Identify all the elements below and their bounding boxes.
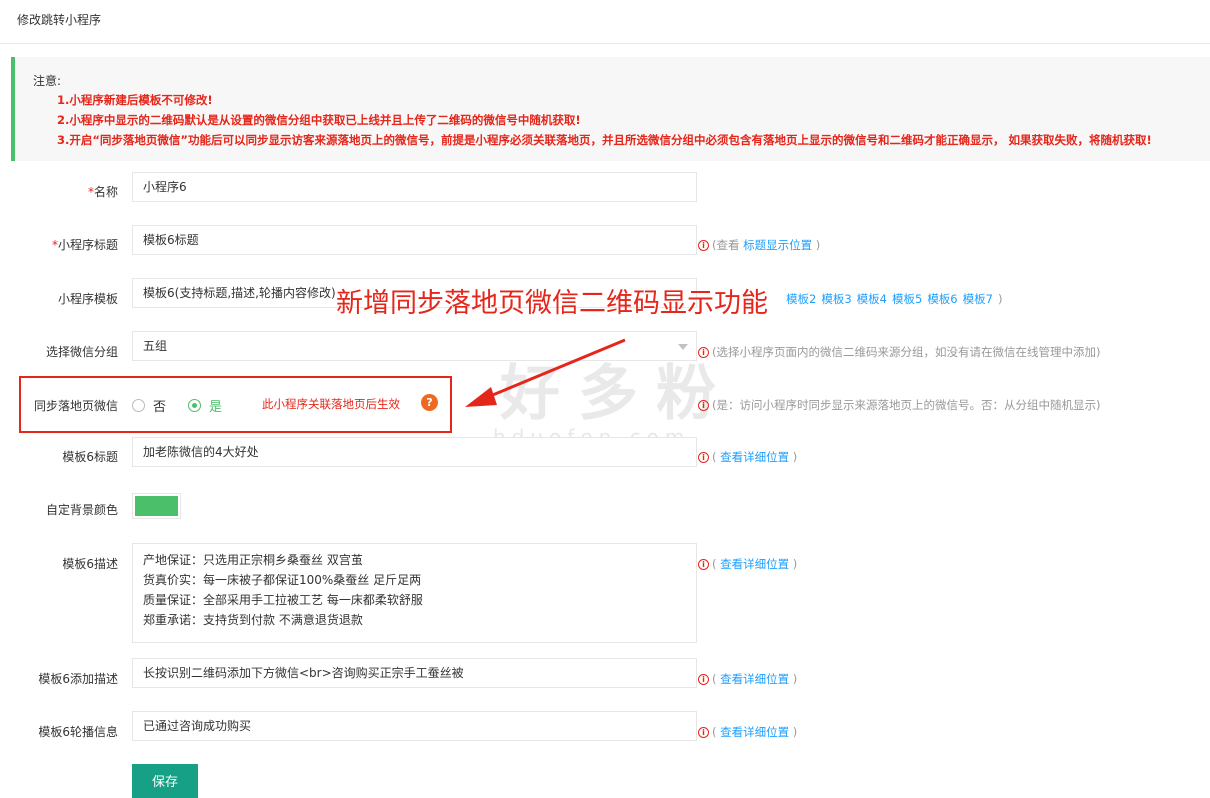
- wechat-group-value: 五组: [143, 339, 168, 353]
- info-icon: i: [698, 240, 709, 251]
- name-input[interactable]: 小程序6: [132, 172, 697, 202]
- hint-close: ): [789, 450, 798, 464]
- hint-close: ): [789, 725, 798, 739]
- tpl-add-desc-detail-link[interactable]: 查看详细位置: [720, 672, 789, 686]
- tpl-title-detail-link[interactable]: 查看详细位置: [720, 450, 789, 464]
- tpl-title-label: 模板6标题: [62, 450, 118, 464]
- template-link-2[interactable]: 模板2: [786, 292, 816, 306]
- tpl-carousel-label: 模板6轮播信息: [38, 725, 118, 739]
- template-label: 小程序模板: [57, 292, 118, 306]
- info-icon: i: [698, 674, 709, 685]
- wechat-group-label: 选择微信分组: [45, 345, 118, 359]
- notice-box: 注意: 1.小程序新建后模板不可修改! 2.小程序中显示的二维码默认是从设置的微…: [11, 57, 1210, 161]
- highlight-box: [19, 376, 452, 433]
- bg-color-picker[interactable]: [132, 493, 181, 519]
- hint-open: (: [712, 725, 721, 739]
- template-links-close: ): [997, 292, 1003, 306]
- title-input[interactable]: 模板6标题: [132, 225, 697, 255]
- tpl-carousel-hint: i( 查看详细位置 ): [698, 724, 797, 740]
- hint-close: ): [789, 557, 798, 571]
- hint-close: ): [789, 672, 798, 686]
- tpl-carousel-detail-link[interactable]: 查看详细位置: [720, 725, 789, 739]
- tpl-title-input[interactable]: 加老陈微信的4大好处: [132, 437, 697, 467]
- tpl-add-desc-label: 模板6添加描述: [38, 672, 118, 686]
- hint-open: (: [712, 450, 721, 464]
- template-link-4[interactable]: 模板4: [857, 292, 887, 306]
- wechat-group-hint-text: (选择小程序页面内的微信二维码来源分组，如没有请在微信在线管理中添加): [712, 345, 1101, 359]
- tpl-carousel-input[interactable]: 已通过咨询成功购买: [132, 711, 697, 741]
- annotation-arrow: [465, 338, 626, 407]
- tpl-desc-label: 模板6描述: [62, 557, 118, 571]
- template-link-7[interactable]: 模板7: [963, 292, 993, 306]
- hint-open: (: [712, 672, 721, 686]
- tpl-title-hint: i( 查看详细位置 ): [698, 449, 797, 465]
- hint-open: (: [712, 557, 721, 571]
- title-hint: i (查看 标题显示位置 ): [698, 237, 820, 253]
- notice-head: 注意:: [33, 74, 62, 88]
- notice-line-2: 2.小程序中显示的二维码默认是从设置的微信分组中获取已上线并且上传了二维码的微信…: [57, 113, 581, 127]
- tpl-desc-detail-link[interactable]: 查看详细位置: [720, 557, 789, 571]
- info-icon: i: [698, 452, 709, 463]
- save-button[interactable]: 保存: [132, 764, 198, 798]
- template-link-6[interactable]: 模板6: [927, 292, 957, 306]
- info-icon: i: [698, 727, 709, 738]
- tpl-desc-hint: i( 查看详细位置 ): [698, 556, 797, 572]
- tpl-desc-textarea[interactable]: [132, 543, 697, 643]
- name-label-text: 名称: [93, 185, 118, 199]
- notice-line-1: 1.小程序新建后模板不可修改!: [57, 93, 213, 107]
- page-title: 修改跳转小程序: [17, 13, 102, 27]
- annotation-text: 新增同步落地页微信二维码显示功能: [336, 288, 768, 319]
- name-label: *名称: [0, 183, 118, 200]
- notice-line-3: 3.开启“同步落地页微信”功能后可以同步显示访客来源落地页上的微信号，前提是小程…: [57, 133, 1152, 147]
- template-links: 模板2 模板3 模板4 模板5 模板6 模板7): [786, 291, 1007, 307]
- tpl-add-desc-input[interactable]: 长按识别二维码添加下方微信<br>咨询购买正宗手工蚕丝被: [132, 658, 697, 688]
- info-icon: i: [698, 400, 709, 411]
- title-label-text: 小程序标题: [57, 238, 118, 252]
- template-link-5[interactable]: 模板5: [892, 292, 922, 306]
- template-link-3[interactable]: 模板3: [821, 292, 851, 306]
- sync-hint: i (是：访问小程序时同步显示来源落地页上的微信号。否：从分组中随机显示): [698, 397, 1100, 413]
- page-header: 修改跳转小程序: [0, 0, 1210, 44]
- wechat-group-hint: i (选择小程序页面内的微信二维码来源分组，如没有请在微信在线管理中添加): [698, 344, 1100, 360]
- hint-suffix: ): [812, 238, 821, 252]
- hint-prefix: (查看: [712, 238, 744, 252]
- title-label: *小程序标题: [0, 236, 118, 253]
- bg-color-fill: [135, 496, 178, 516]
- tpl-add-desc-hint: i( 查看详细位置 ): [698, 671, 797, 687]
- info-icon: i: [698, 559, 709, 570]
- sync-hint-text: (是：访问小程序时同步显示来源落地页上的微信号。否：从分组中随机显示): [712, 398, 1101, 412]
- bg-color-label: 自定背景颜色: [45, 503, 118, 517]
- title-position-link[interactable]: 标题显示位置: [743, 238, 812, 252]
